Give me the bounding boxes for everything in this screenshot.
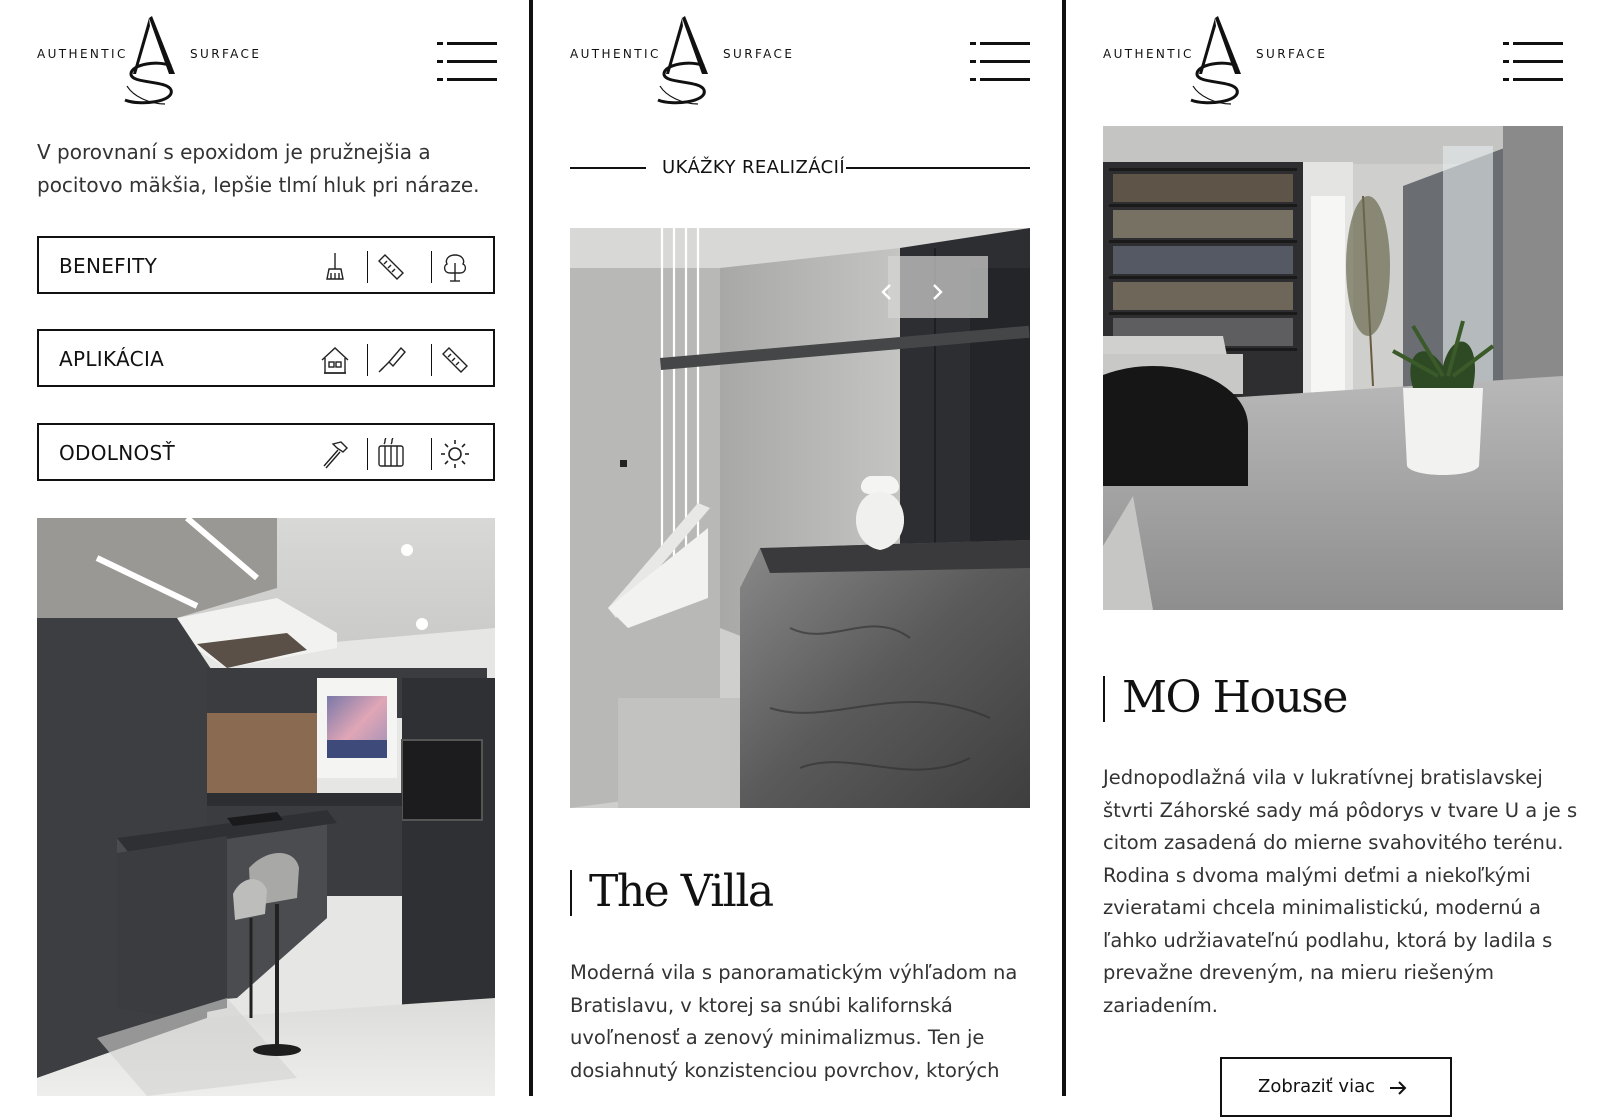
accordion-label: ODOLNOSŤ <box>59 441 176 465</box>
logo-word-left: AUTHENTIC <box>1103 47 1194 61</box>
hamburger-menu-icon[interactable] <box>970 42 1030 82</box>
logo[interactable]: AUTHENTIC SURFACE <box>1103 16 1335 112</box>
accordion-label: BENEFITY <box>59 254 158 278</box>
show-more-label: Zobraziť viac <box>1258 1076 1376 1097</box>
slider-next-button[interactable] <box>917 272 957 312</box>
project-title: The Villa <box>589 866 774 917</box>
icon-separator <box>431 438 432 470</box>
project-description: Jednopodlažná vila v lukratívnej bratisl… <box>1103 766 1578 1017</box>
logo-word-right: SURFACE <box>723 47 795 61</box>
logo-mark-icon <box>1190 16 1241 105</box>
ruler-icon <box>378 254 404 280</box>
title-accent-bar <box>570 870 572 916</box>
mo-house-photo <box>1103 126 1563 610</box>
chevron-right-icon <box>933 284 943 300</box>
hamburger-menu-icon[interactable] <box>437 42 497 82</box>
section-heading: UKÁŽKY REALIZÁCIÍ <box>570 155 1030 185</box>
tree-icon <box>443 254 467 282</box>
logo-word-right: SURFACE <box>1256 47 1328 61</box>
accordion-aplikacia[interactable]: APLIKÁCIA <box>37 329 495 387</box>
section-title: UKÁŽKY REALIZÁCIÍ <box>662 157 846 178</box>
logo-mark-icon <box>124 16 175 105</box>
project-title: MO House <box>1122 672 1348 723</box>
heading-rule <box>570 167 646 169</box>
accordion-odolnost[interactable]: ODOLNOSŤ <box>37 423 495 481</box>
icon-separator <box>367 438 368 470</box>
trowel-icon <box>378 346 406 373</box>
logo[interactable]: AUTHENTIC SURFACE <box>37 16 269 112</box>
slider-prev-button[interactable] <box>867 272 907 312</box>
radiator-icon <box>378 438 404 467</box>
logo[interactable]: AUTHENTIC SURFACE <box>570 16 802 112</box>
mobile-screen-realizations: AUTHENTIC SURFACE UKÁŽKY REALIZÁCIÍ The … <box>533 0 1063 1096</box>
logo-mark-icon <box>657 16 708 105</box>
icon-separator <box>367 251 368 283</box>
heading-rule <box>846 167 1030 169</box>
logo-word-right: SURFACE <box>190 47 262 61</box>
accordion-benefity[interactable]: BENEFITY <box>37 236 495 294</box>
ruler-icon <box>442 347 468 373</box>
arrow-right-icon <box>1390 1081 1407 1095</box>
logo-word-left: AUTHENTIC <box>37 47 128 61</box>
icon-separator <box>431 344 432 376</box>
broom-icon <box>326 253 344 280</box>
icon-separator <box>431 251 432 283</box>
mobile-screen-materials: AUTHENTIC SURFACE V porovnaní s epoxidom… <box>0 0 530 1096</box>
hammer-icon <box>323 441 348 469</box>
mobile-screen-project-detail: AUTHENTIC SURFACE MO House Jednopodlažná… <box>1066 0 1596 1096</box>
project-description: Moderná vila s panoramatickým výhľadom n… <box>570 961 1018 1082</box>
accordion-label: APLIKÁCIA <box>59 347 165 371</box>
chevron-left-icon <box>881 284 891 300</box>
intro-text: V porovnaní s epoxidom je pružnejšia a p… <box>37 140 480 197</box>
icon-separator <box>367 344 368 376</box>
sun-icon <box>441 440 469 468</box>
title-accent-bar <box>1103 676 1105 722</box>
hamburger-menu-icon[interactable] <box>1503 42 1563 82</box>
villa-photo <box>570 228 1030 808</box>
show-more-button[interactable]: Zobraziť viac <box>1220 1057 1452 1117</box>
house-icon <box>321 347 349 374</box>
kitchen-photo <box>37 518 495 1096</box>
logo-word-left: AUTHENTIC <box>570 47 661 61</box>
